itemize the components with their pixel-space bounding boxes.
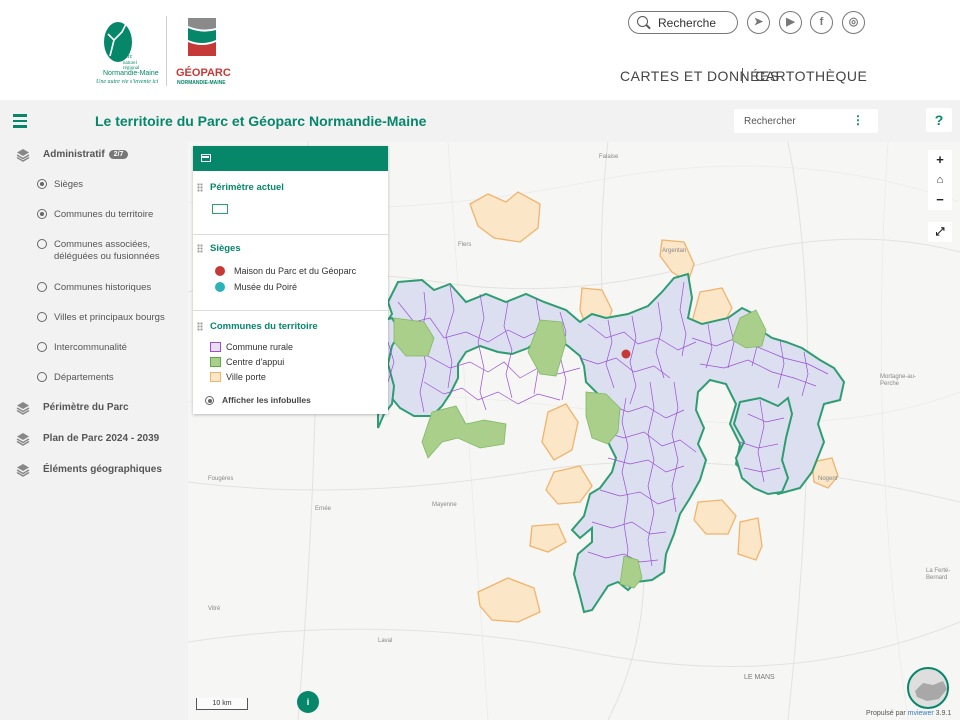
layers-icon bbox=[16, 149, 30, 162]
park-territory-east bbox=[732, 396, 794, 496]
search-icon bbox=[637, 16, 648, 27]
site-search-input[interactable]: Recherche bbox=[628, 11, 738, 34]
maison-du-parc-marker bbox=[621, 349, 631, 359]
more-options-icon[interactable]: ⋮ bbox=[852, 114, 864, 126]
parc-logo[interactable]: Parc naturel régional Normandie-Maine Un… bbox=[96, 12, 162, 90]
legend-title-communes: Communes du territoire bbox=[210, 321, 318, 332]
legend-item-label: Musée du Poiré bbox=[234, 282, 298, 292]
page-title: Le territoire du Parc et Géoparc Normand… bbox=[95, 113, 427, 129]
svg-text:GÉOPARC: GÉOPARC bbox=[176, 66, 231, 79]
infobulles-radio-icon[interactable] bbox=[205, 396, 214, 405]
scale-bar: 10 km bbox=[196, 698, 248, 710]
group-label: Périmètre du Parc bbox=[43, 402, 129, 413]
site-search-placeholder: Recherche bbox=[658, 16, 717, 30]
drag-handle-icon[interactable] bbox=[197, 244, 203, 253]
svg-text:Normandie-Maine: Normandie-Maine bbox=[103, 70, 159, 77]
map-search-input[interactable]: Rechercher ⋮ bbox=[734, 109, 878, 133]
legend-divider bbox=[193, 234, 388, 235]
mviewer-link[interactable]: mviewer bbox=[908, 710, 934, 717]
credit: Propulsé par mviewer 3.9.1 bbox=[866, 710, 951, 717]
legend-panel: Périmètre actuel Sièges Maison du Parc e… bbox=[193, 146, 388, 414]
home-button[interactable]: ⌂ bbox=[928, 170, 952, 190]
radio-unchecked-icon[interactable] bbox=[37, 282, 47, 292]
layer-label: Communes du territoire bbox=[54, 209, 154, 220]
svg-text:NORMANDIE-MAINE: NORMANDIE-MAINE bbox=[177, 80, 226, 86]
svg-text:Parc: Parc bbox=[121, 53, 133, 60]
radio-unchecked-icon[interactable] bbox=[37, 312, 47, 322]
layer-count-badge: 2/7 bbox=[108, 150, 129, 159]
geoparc-logo[interactable]: GÉOPARC NORMANDIE-MAINE bbox=[174, 14, 232, 90]
radio-unchecked-icon[interactable] bbox=[37, 342, 47, 352]
place-label: Fougères bbox=[208, 476, 234, 482]
perimetre-symbol bbox=[212, 204, 228, 214]
logo-separator bbox=[166, 16, 167, 86]
radio-unchecked-icon[interactable] bbox=[37, 372, 47, 382]
send-icon[interactable]: ➤ bbox=[747, 11, 770, 34]
legend-header[interactable] bbox=[193, 146, 388, 171]
legend-icon[interactable] bbox=[201, 154, 211, 162]
place-label: Flers bbox=[458, 242, 472, 248]
layer-label: Communes historiques bbox=[54, 282, 152, 293]
place-label: Mayenne bbox=[432, 502, 457, 508]
header: Parc naturel régional Normandie-Maine Un… bbox=[0, 0, 960, 100]
legend-title-sieges: Sièges bbox=[210, 243, 241, 254]
svg-text:Une autre vie s'invente ici: Une autre vie s'invente ici bbox=[96, 79, 159, 85]
layer-label: Villes et principaux bourgs bbox=[54, 312, 165, 323]
drag-handle-icon[interactable] bbox=[197, 183, 203, 192]
group-label: Éléments géographiques bbox=[43, 464, 162, 475]
layers-icon bbox=[16, 402, 30, 415]
facebook-icon[interactable]: f bbox=[810, 11, 833, 34]
credit-prefix: Propulsé par bbox=[866, 710, 906, 717]
legend-title-perimetre: Périmètre actuel bbox=[210, 182, 284, 193]
play-icon[interactable]: ▶ bbox=[779, 11, 802, 34]
legend-item-label: Centre d'appui bbox=[226, 357, 285, 367]
instagram-icon[interactable]: ◎ bbox=[842, 11, 865, 34]
layer-label: Sièges bbox=[54, 179, 84, 190]
overview-map-button[interactable] bbox=[907, 667, 949, 709]
place-label: LE MANS bbox=[744, 674, 775, 681]
place-label: Falaise bbox=[599, 154, 619, 160]
info-button[interactable]: i bbox=[297, 691, 319, 713]
menu-icon[interactable] bbox=[13, 114, 27, 128]
layers-icon bbox=[16, 433, 30, 446]
nav-separator bbox=[742, 68, 743, 83]
legend-item-label: Commune rurale bbox=[226, 342, 294, 352]
fullscreen-button[interactable]: ⤢ bbox=[928, 222, 952, 242]
layer-sidebar bbox=[0, 142, 188, 720]
place-label: Laval bbox=[378, 638, 393, 644]
centre-appui-symbol bbox=[210, 357, 221, 367]
layer-label: Intercommunalité bbox=[54, 342, 127, 353]
zoom-out-button[interactable]: − bbox=[928, 190, 952, 210]
place-label: La Ferté-Bernard bbox=[926, 568, 951, 581]
maison-parc-symbol bbox=[215, 266, 225, 276]
legend-item-label: Maison du Parc et du Géoparc bbox=[234, 266, 357, 276]
help-button[interactable]: ? bbox=[926, 108, 952, 132]
legend-divider bbox=[193, 310, 388, 311]
commune-rurale-symbol bbox=[210, 342, 221, 352]
afficher-infobulles-label[interactable]: Afficher les infobulles bbox=[222, 395, 311, 405]
musee-poire-symbol bbox=[215, 282, 225, 292]
drag-handle-icon[interactable] bbox=[197, 322, 203, 331]
group-label: Plan de Parc 2024 - 2039 bbox=[43, 433, 160, 444]
zoom-in-button[interactable]: + bbox=[928, 150, 952, 170]
layers-icon bbox=[16, 464, 30, 477]
legend-item-label: Ville porte bbox=[226, 372, 266, 382]
layer-label: Départements bbox=[54, 372, 114, 383]
group-label: Administratif bbox=[43, 149, 105, 160]
radio-checked-icon[interactable] bbox=[37, 209, 47, 219]
place-label: Mortagne-au-Perche bbox=[880, 374, 917, 387]
map-search-placeholder: Rechercher bbox=[744, 116, 796, 127]
layer-label: Communes associées, déléguées ou fusionn… bbox=[54, 239, 160, 262]
credit-version: 3.9.1 bbox=[935, 710, 952, 717]
ville-porte-symbol bbox=[210, 372, 221, 382]
place-label: Ernée bbox=[315, 506, 332, 512]
place-label: Vitré bbox=[208, 606, 221, 612]
nav-cartotheque[interactable]: CARTOTHÈQUE bbox=[755, 68, 867, 84]
place-label: Nogent bbox=[818, 476, 838, 482]
place-label: Argentan bbox=[662, 248, 687, 254]
radio-checked-icon[interactable] bbox=[37, 179, 47, 189]
radio-unchecked-icon[interactable] bbox=[37, 239, 47, 249]
